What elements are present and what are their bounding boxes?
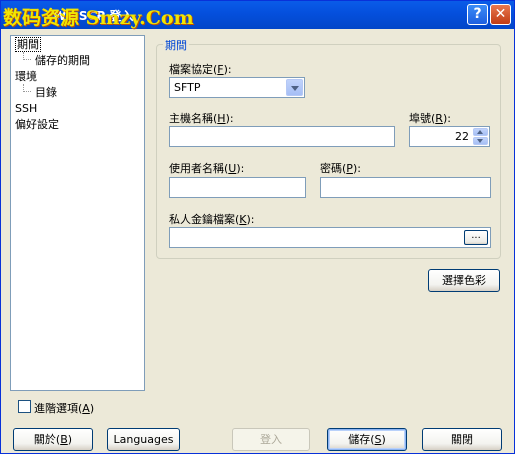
navigation-tree[interactable]: 期間 儲存的期間 環境 目錄 SSH 偏好設定 (10, 35, 145, 391)
tree-item-session[interactable]: 期間 (15, 37, 41, 52)
watermark-logo: 数码资源 Smzy.Com (3, 7, 194, 29)
close-button[interactable]: 關閉 (422, 428, 502, 451)
tree-item-preferences[interactable]: 偏好設定 (15, 118, 59, 132)
about-button[interactable]: 關於(B) (13, 428, 93, 451)
port-number-stepper[interactable]: 22 (409, 126, 490, 147)
chevron-down-icon[interactable] (286, 79, 303, 96)
protocol-select[interactable]: SFTP (169, 77, 305, 98)
tree-branch-line (23, 52, 31, 60)
advanced-options-checkbox[interactable] (18, 400, 31, 413)
private-key-label: 私人金鑰檔案(K): (169, 213, 255, 226)
tree-item-ssh[interactable]: SSH (15, 102, 37, 116)
protocol-label: 檔案協定(F): (169, 63, 232, 76)
title-bar[interactable]: WinSCP 登入 数码资源 Smzy.Com ? ✕ (1, 1, 514, 29)
password-label: 密碼(P): (320, 162, 361, 175)
port-label: 埠號(R): (409, 112, 451, 125)
tree-item-environment[interactable]: 環境 (15, 70, 37, 84)
help-button[interactable]: ? (467, 4, 488, 25)
user-name-input[interactable] (169, 177, 306, 198)
advanced-options-label[interactable]: 進階選項(A) (34, 400, 94, 416)
login-window: WinSCP 登入 数码资源 Smzy.Com ? ✕ 期間 儲存的期間 環境 … (0, 0, 515, 454)
user-label: 使用者名稱(U): (169, 162, 245, 175)
session-group-title: 期間 (163, 37, 189, 53)
login-button[interactable]: 登入 (232, 428, 310, 451)
select-color-button[interactable]: 選擇色彩 (428, 269, 500, 292)
host-label: 主機名稱(H): (169, 112, 234, 125)
private-key-input[interactable] (169, 227, 491, 248)
host-name-input[interactable] (169, 126, 395, 147)
close-window-button[interactable]: ✕ (490, 4, 511, 25)
tree-item-directories[interactable]: 目錄 (35, 86, 57, 100)
languages-button[interactable]: Languages (107, 428, 180, 451)
stepper-down-icon[interactable] (473, 137, 488, 145)
port-value: 22 (455, 130, 469, 143)
browse-key-button[interactable]: ... (464, 230, 488, 245)
stepper-up-icon[interactable] (473, 128, 488, 136)
save-button[interactable]: 儲存(S) (327, 428, 407, 451)
protocol-value: SFTP (174, 81, 201, 94)
tree-branch-line (23, 84, 31, 92)
password-input[interactable] (320, 177, 491, 198)
tree-item-stored-sessions[interactable]: 儲存的期間 (35, 54, 90, 68)
